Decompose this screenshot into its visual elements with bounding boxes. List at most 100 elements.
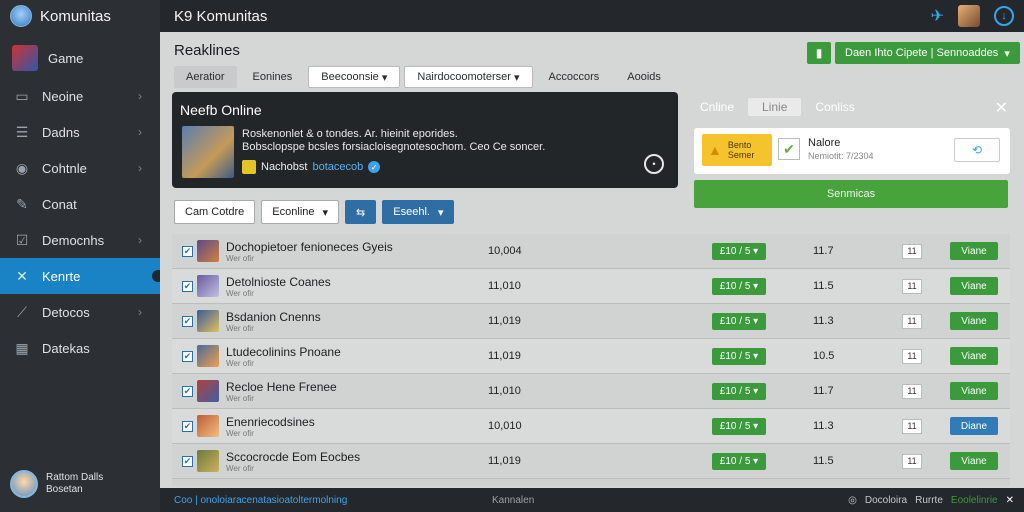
row-checkbox[interactable]: ✔ bbox=[182, 280, 193, 292]
settings-icon[interactable]: ◎ bbox=[848, 495, 857, 506]
tab-aooids[interactable]: Aooids bbox=[615, 66, 673, 88]
sidebar-item-cohtnle[interactable]: ◉ Cohtnle › bbox=[0, 150, 160, 186]
row-version: 11.3 bbox=[813, 315, 834, 327]
row-checkbox[interactable]: ✔ bbox=[182, 385, 193, 397]
row-status-dropdown[interactable]: £10 / 5 ▾ bbox=[712, 242, 766, 260]
footer-link[interactable]: Coo | onoloiaracenatasioatoltermolning bbox=[174, 495, 347, 506]
verified-icon: ✓ bbox=[368, 161, 381, 173]
filter-row: Cam Cotdre Econline ▾ ⇆ Eseehl. ▾ bbox=[174, 200, 455, 224]
sidebar-item-democnhs[interactable]: ☑ Democnhs › bbox=[0, 222, 160, 258]
row-version: 10.5 bbox=[813, 350, 835, 362]
table-row[interactable]: ✔ Enenriecodsines Wer ofir 10,010 £10 / 5 ▾ 1… bbox=[172, 409, 1010, 444]
row-action-button[interactable]: Viane bbox=[950, 277, 998, 295]
close-icon[interactable]: ✕ bbox=[1006, 495, 1014, 506]
sidebar-item-label: Democnhs bbox=[42, 232, 105, 248]
row-subtitle: Wer ofir bbox=[226, 464, 254, 473]
row-thumbnail bbox=[197, 345, 219, 367]
row-small-badge[interactable]: 11 bbox=[902, 278, 922, 294]
main-content: Reaklines Aeratior Eonines Beecoonsie ▾ … bbox=[160, 32, 1024, 488]
brand-logo-icon bbox=[10, 5, 32, 27]
row-status-dropdown[interactable]: £10 / 5 ▾ bbox=[712, 452, 766, 470]
submit-button[interactable]: Senmicas bbox=[694, 180, 1008, 208]
sidebar: Komunitas Game ▭ Neoine › ☰ Dadns › ◉ Co… bbox=[0, 0, 160, 512]
row-action-button[interactable]: Viane bbox=[950, 452, 998, 470]
tab-beecoonsie[interactable]: Beecoonsie ▾ bbox=[308, 66, 401, 88]
table-row[interactable]: ✔ Sccocrocde Eom Eocbes Wer ofir 11,019 £10 … bbox=[172, 444, 1010, 479]
row-checkbox[interactable]: ✔ bbox=[182, 315, 193, 327]
player-name: Nachobst bbox=[261, 161, 308, 173]
notice-title: Nalore bbox=[808, 137, 841, 149]
row-action-button[interactable]: Viane bbox=[950, 312, 998, 330]
info-icon[interactable]: ↓ bbox=[994, 6, 1014, 26]
tab-nairdocoomoterser[interactable]: Nairdocoomoterser ▾ bbox=[404, 66, 533, 88]
chevron-down-icon: ▾ bbox=[1004, 47, 1010, 60]
brand-name: Komunitas bbox=[40, 7, 111, 25]
row-small-badge[interactable]: 11 bbox=[902, 313, 922, 329]
row-status-label: £10 / 5 bbox=[719, 455, 751, 467]
tab-conliss[interactable]: Conliss bbox=[809, 98, 860, 116]
warning-badge[interactable]: ▲ Bento Semer bbox=[702, 134, 772, 166]
row-small-badge[interactable]: 11 bbox=[902, 243, 922, 259]
table-row[interactable]: ✔ Ltudecolinins Pnoane Wer ofir 11,019 £10 /… bbox=[172, 339, 1010, 374]
sidebar-item-dadns[interactable]: ☰ Dadns › bbox=[0, 114, 160, 150]
sidebar-item-game[interactable]: Game bbox=[0, 38, 160, 78]
table-row[interactable]: ✔ Dochopietoer fenioneces Gyeis Wer ofir 10… bbox=[172, 234, 1010, 269]
row-action-button[interactable]: Viane bbox=[950, 347, 998, 365]
sidebar-item-neoine[interactable]: ▭ Neoine › bbox=[0, 78, 160, 114]
table-row[interactable]: ✔ Bsdanion Cnenns Wer ofir 11,019 £10 / 5 ▾ 1… bbox=[172, 304, 1010, 339]
row-thumbnail bbox=[197, 310, 219, 332]
row-small-badge[interactable]: 11 bbox=[902, 348, 922, 364]
player-badge-icon bbox=[242, 160, 256, 174]
row-version: 11.3 bbox=[813, 420, 834, 432]
tab-linie[interactable]: Linie bbox=[748, 98, 802, 116]
sidebar-user[interactable]: Rattom Dalls Bosetan bbox=[10, 470, 103, 498]
row-status-dropdown[interactable]: £10 / 5 ▾ bbox=[712, 417, 766, 435]
sidebar-item-conat[interactable]: ✎ Conat bbox=[0, 186, 160, 222]
row-small-badge[interactable]: 11 bbox=[902, 453, 922, 469]
avatar[interactable] bbox=[958, 5, 980, 27]
row-version: 11.5 bbox=[813, 455, 834, 467]
refresh-button[interactable]: ⟲ bbox=[954, 138, 1000, 162]
tab-accoccors[interactable]: Accoccors bbox=[537, 66, 612, 88]
create-button[interactable]: Daen Ihto Cipete | Sennoaddes ▾ bbox=[835, 42, 1020, 64]
sidebar-item-datekas[interactable]: ▦ Datekas bbox=[0, 330, 160, 366]
online-player[interactable]: Nachobst botacecob ✓ bbox=[242, 160, 381, 174]
row-small-badge[interactable]: 11 bbox=[902, 383, 922, 399]
row-checkbox[interactable]: ✔ bbox=[182, 420, 193, 432]
row-status-dropdown[interactable]: £10 / 5 ▾ bbox=[712, 277, 766, 295]
more-icon[interactable]: • bbox=[644, 154, 664, 174]
row-status-dropdown[interactable]: £10 / 5 ▾ bbox=[712, 347, 766, 365]
delete-button[interactable]: ▮ bbox=[807, 42, 831, 64]
row-status-dropdown[interactable]: £10 / 5 ▾ bbox=[712, 312, 766, 330]
row-status-dropdown[interactable]: £10 / 5 ▾ bbox=[712, 382, 766, 400]
filter-button-1[interactable]: Cam Cotdre bbox=[174, 200, 256, 224]
row-small-badge[interactable]: 11 bbox=[902, 418, 922, 434]
sidebar-item-label: Dadns bbox=[42, 124, 80, 140]
filter-dropdown[interactable]: Econline ▾ bbox=[261, 200, 340, 224]
sidebar-item-detocos[interactable]: ⟋ Detocos › bbox=[0, 294, 160, 330]
row-thumbnail bbox=[197, 275, 219, 297]
sidebar-item-kenrte[interactable]: ✕ Kenrte bbox=[0, 258, 160, 294]
row-checkbox[interactable]: ✔ bbox=[182, 245, 193, 257]
tab-aeratior[interactable]: Aeratior bbox=[174, 66, 237, 88]
tab-eonines[interactable]: Eonines bbox=[241, 66, 305, 88]
row-action-button[interactable]: Diane bbox=[950, 417, 998, 435]
chevron-right-icon: › bbox=[138, 161, 142, 175]
row-subtitle: Wer ofir bbox=[226, 394, 254, 403]
toggle-button[interactable]: ⇆ bbox=[345, 200, 377, 224]
action-dropdown[interactable]: Eseehl. ▾ bbox=[382, 200, 455, 224]
tab-cnline[interactable]: Cnline bbox=[694, 98, 740, 116]
row-subtitle: Wer ofir bbox=[226, 324, 254, 333]
close-icon[interactable]: ✕ bbox=[995, 98, 1008, 118]
check-icon[interactable]: ✔ bbox=[778, 138, 800, 160]
table-row[interactable]: ✔ Detolnioste Coanes Wer ofir 11,010 £10 / 5… bbox=[172, 269, 1010, 304]
brand[interactable]: Komunitas bbox=[0, 0, 160, 32]
row-action-button[interactable]: Viane bbox=[950, 382, 998, 400]
row-checkbox[interactable]: ✔ bbox=[182, 350, 193, 362]
game-thumbnail[interactable] bbox=[182, 126, 234, 178]
row-count: 11,019 bbox=[488, 455, 521, 467]
row-action-button[interactable]: Viane bbox=[950, 242, 998, 260]
row-checkbox[interactable]: ✔ bbox=[182, 455, 193, 467]
pin-icon[interactable]: ✈ bbox=[931, 6, 944, 26]
table-row[interactable]: ✔ Recloe Hene Frenee Wer ofir 11,010 £10 / 5… bbox=[172, 374, 1010, 409]
